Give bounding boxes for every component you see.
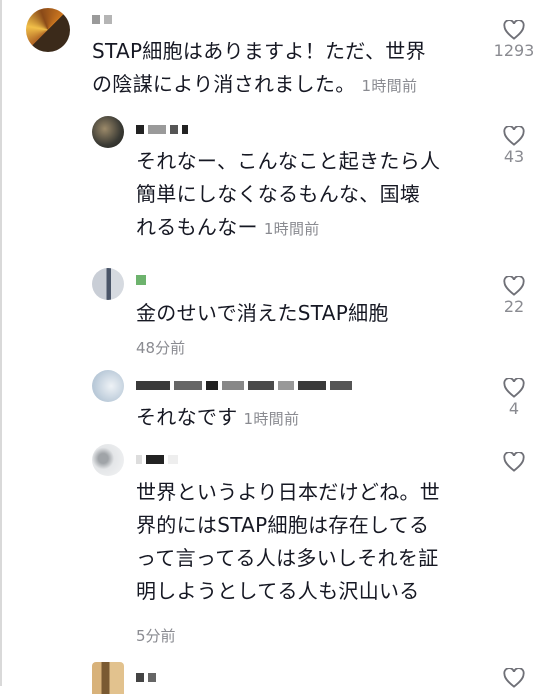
heart-outline-icon — [503, 452, 525, 472]
username-blurred[interactable] — [92, 12, 112, 26]
like-count: 22 — [503, 297, 525, 316]
heart-outline-icon — [503, 276, 525, 296]
avatar[interactable] — [92, 444, 124, 476]
comment-timestamp: 48分前 — [136, 339, 186, 357]
username-blurred[interactable] — [136, 122, 188, 136]
avatar[interactable] — [92, 370, 124, 402]
comment-text: 金のせいで消えたSTAP細胞 — [136, 301, 389, 325]
like-count: 4 — [508, 399, 520, 418]
username-blurred[interactable] — [136, 452, 178, 466]
username-blurred[interactable] — [136, 670, 156, 684]
avatar[interactable] — [92, 268, 124, 300]
comment-timestamp: 1時間前 — [263, 220, 320, 238]
like-button[interactable]: 4 — [489, 378, 539, 418]
avatar[interactable] — [92, 662, 124, 694]
like-button[interactable]: 1293 — [489, 20, 539, 60]
like-count: 43 — [503, 147, 525, 166]
comment-timestamp: 5分前 — [136, 627, 176, 645]
username-blurred[interactable] — [136, 378, 352, 392]
heart-outline-icon — [503, 378, 525, 398]
heart-outline-icon — [503, 668, 525, 688]
comment-timestamp: 1時間前 — [361, 77, 418, 95]
like-button[interactable]: 43 — [489, 126, 539, 166]
heart-outline-icon — [503, 20, 525, 40]
comment-text: それなです 1時間前 — [136, 405, 300, 429]
username-blurred[interactable] — [136, 273, 146, 287]
comment-text: 世界というより日本だけどね。世 界的にはSTAP細胞は存在してる って言ってる人… — [136, 480, 441, 603]
like-count: 1293 — [493, 41, 535, 60]
avatar[interactable] — [92, 116, 124, 148]
like-button[interactable] — [489, 452, 539, 473]
comment-text: それなー、こんなこと起きたら人 簡単にしなくなるもんな、国壊 れるもんなー 1時間… — [136, 149, 441, 239]
like-button[interactable] — [489, 668, 539, 688]
comment-timestamp: 1時間前 — [243, 410, 300, 428]
like-button[interactable]: 22 — [489, 276, 539, 316]
panel-edge — [0, 0, 2, 686]
heart-outline-icon — [503, 126, 525, 146]
comment-text: STAP細胞はありますよ！ただ、世界 の陰謀により消されました。 1時間前 — [92, 39, 426, 96]
avatar[interactable] — [26, 8, 70, 52]
